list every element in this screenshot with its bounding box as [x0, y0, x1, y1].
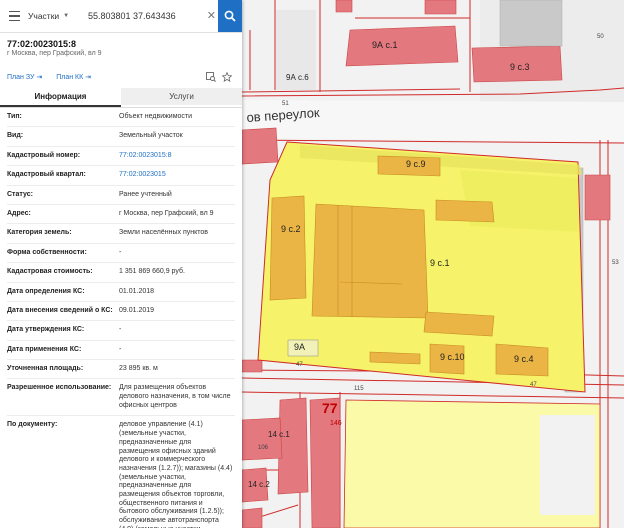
attribute-label: Адрес:	[7, 209, 31, 217]
attribute-value: 1 351 869 660,9 руб.	[119, 268, 185, 276]
attribute-row: Форма собственности: -	[7, 244, 235, 264]
hamburger-icon	[8, 9, 20, 23]
attribute-value: -	[119, 248, 122, 256]
building-label-9a-s6: 9А с.6	[286, 73, 309, 82]
tab-information[interactable]: Информация	[0, 88, 121, 107]
attribute-row: Дата определения КС: 01.01.2018	[7, 283, 235, 302]
parcel-number-106: 106	[258, 445, 269, 451]
attribute-row: Уточненная площадь: 23 895 кв. м	[7, 360, 235, 380]
attribute-row: Категория земель: Земли населённых пункто…	[7, 224, 235, 244]
building-label-14-s2: 14 с.2	[248, 480, 270, 489]
search-button[interactable]	[218, 0, 242, 32]
building-label-14-s1: 14 с.1	[268, 430, 290, 439]
attribute-row: Адрес: г Москва, пер Графский, вл 9	[7, 205, 235, 225]
search-icon	[224, 10, 236, 22]
building-label-9-s2: 9 с.2	[281, 224, 301, 234]
quarter-number-77: 77	[322, 400, 338, 416]
attribute-value: Ранее учтенный	[119, 190, 172, 198]
building-label-9a: 9А	[294, 342, 306, 352]
info-panel: Участки ▼ ✕ 77:02:0023015:8 г Москва, пе…	[0, 0, 242, 528]
building-label-9-s1: 9 с.1	[430, 258, 450, 268]
building-label-9a-s1: 9А с.1	[372, 40, 398, 50]
attribute-label: Категория земель:	[7, 229, 72, 237]
attribute-row: Кадастровая стоимость: 1 351 869 660,9 ру…	[7, 263, 235, 283]
attribute-row: Вид: Земельный участок	[7, 127, 235, 147]
object-address: г Москва, пер Графский, вл 9	[7, 50, 102, 57]
panel-tabs: Информация Услуги	[0, 88, 242, 108]
zoom-to-object-icon[interactable]	[206, 72, 216, 82]
attribute-label: Уточненная площадь:	[7, 365, 84, 373]
attribute-label: Кадастровая стоимость:	[7, 268, 93, 276]
attribute-row: По документу: деловое управление (4.1) (з…	[7, 416, 235, 528]
attribute-value: 09.01.2019	[119, 306, 155, 314]
object-tools	[206, 72, 232, 82]
parcel-number-50: 50	[597, 34, 604, 40]
attribute-label: Дата определения КС:	[7, 287, 85, 295]
parcel-number-51: 51	[282, 101, 289, 107]
building-label-9-s9: 9 с.9	[406, 159, 426, 169]
menu-button[interactable]	[0, 0, 28, 32]
attribute-value: -	[119, 326, 122, 334]
attribute-row: Кадастровый номер: 77:02:0023015:8	[7, 147, 235, 167]
parcel-number-115: 115	[354, 386, 364, 392]
plan-zu-link[interactable]: План ЗУ ⇥	[7, 73, 42, 81]
attribute-value: г Москва, пер Графский, вл 9	[119, 209, 214, 217]
clear-icon[interactable]: ✕	[207, 9, 216, 22]
attribute-label: Кадастровый номер:	[7, 151, 81, 159]
attribute-row: Кадастровый квартал: 77:02:0023015	[7, 166, 235, 186]
attribute-label: Тип:	[7, 113, 22, 120]
attribute-row: Разрешенное использование: Для размещения…	[7, 379, 235, 417]
search-bar: Участки ▼ ✕	[0, 0, 242, 33]
attribute-value: Земли населённых пунктов	[119, 229, 209, 237]
attribute-label: Дата внесения сведений о КС:	[7, 306, 113, 314]
attribute-row: Дата утверждения КС: -	[7, 321, 235, 341]
building-label-9-s4: 9 с.4	[514, 354, 534, 364]
attribute-label: Вид:	[7, 132, 24, 140]
plan-kk-link[interactable]: План КК ⇥	[56, 73, 91, 81]
attribute-label: Статус:	[7, 190, 33, 198]
cadastral-number-title: 77:02:0023015:8	[7, 39, 77, 49]
attribute-label: Кадастровый квартал:	[7, 171, 86, 179]
object-type-value: Участки	[28, 11, 60, 21]
attribute-value: Земельный участок	[119, 132, 183, 140]
object-type-select[interactable]: Участки ▼	[28, 11, 76, 21]
attribute-label: Дата применения КС:	[7, 345, 82, 353]
object-header: 77:02:0023015:8 г Москва, пер Графский, …	[0, 33, 242, 83]
star-icon[interactable]	[222, 72, 232, 82]
attribute-value: -	[119, 345, 122, 353]
attribute-value: Для размещения объектов делового назначе…	[119, 384, 231, 409]
attribute-label: Форма собственности:	[7, 248, 87, 256]
parcel-number-53: 53	[612, 260, 619, 266]
tab-services[interactable]: Услуги	[121, 88, 242, 105]
building-label-9-s3: 9 с.3	[510, 62, 530, 72]
attribute-value: 23 895 кв. м	[119, 365, 158, 373]
building-label-9-s10: 9 с.10	[440, 352, 465, 362]
parcel-number-146: 146	[330, 420, 342, 427]
parcel-number-47a: 47	[296, 362, 303, 368]
search-input[interactable]	[86, 10, 200, 22]
attribute-value: Объект недвижимости	[119, 113, 193, 120]
attribute-row: Дата применения КС: -	[7, 341, 235, 361]
parcel-number-47b: 47	[530, 382, 537, 388]
attribute-row: Статус: Ранее учтенный	[7, 186, 235, 205]
object-attributes: Тип: Объект недвижимости Вид: Земельный уча…	[0, 108, 242, 528]
attribute-label: Разрешенное использование:	[7, 384, 112, 392]
attribute-value: 01.01.2018	[119, 287, 155, 295]
attribute-row: Тип: Объект недвижимости	[7, 108, 235, 128]
attribute-label: По документу:	[7, 421, 58, 429]
attribute-label: Дата утверждения КС:	[7, 326, 85, 334]
plan-links: План ЗУ ⇥ План КК ⇥	[7, 71, 235, 83]
attribute-link[interactable]: 77:02:0023015	[119, 166, 166, 184]
attribute-value: деловое управление (4.1) (земельные учас…	[119, 421, 233, 528]
attribute-link[interactable]: 77:02:0023015:8	[119, 147, 172, 165]
attribute-row: Дата внесения сведений о КС: 09.01.2019	[7, 302, 235, 322]
chevron-down-icon: ▼	[63, 13, 70, 19]
